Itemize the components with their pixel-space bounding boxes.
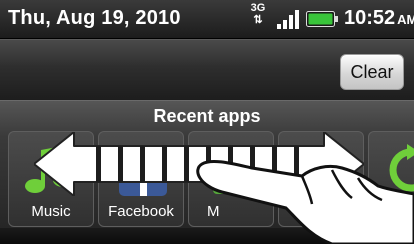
status-time-value: 10:52 bbox=[344, 7, 396, 29]
hand-pointer-icon bbox=[196, 160, 414, 244]
status-bar: Thu, Aug 19, 2010 3G ⇅ 10:52 AM bbox=[0, 0, 414, 39]
status-time: 10:52 AM bbox=[344, 7, 414, 30]
app-label: Music bbox=[31, 203, 71, 220]
app-label: Facebook bbox=[108, 203, 174, 220]
3g-data-icon: 3G ⇅ bbox=[248, 3, 268, 33]
signal-strength-icon bbox=[277, 10, 299, 29]
recent-apps-title: Recent apps bbox=[153, 106, 261, 126]
clear-button[interactable]: Clear bbox=[340, 54, 404, 90]
data-arrows-icon: ⇅ bbox=[253, 14, 263, 26]
status-time-ampm: AM bbox=[397, 12, 414, 27]
status-date: Thu, Aug 19, 2010 bbox=[8, 7, 181, 29]
android-screen: Thu, Aug 19, 2010 3G ⇅ 10:52 AM Clear Rec… bbox=[0, 0, 414, 244]
network-type-label: 3G bbox=[250, 2, 266, 14]
battery-icon bbox=[306, 11, 338, 27]
notification-header: Clear bbox=[0, 39, 414, 100]
